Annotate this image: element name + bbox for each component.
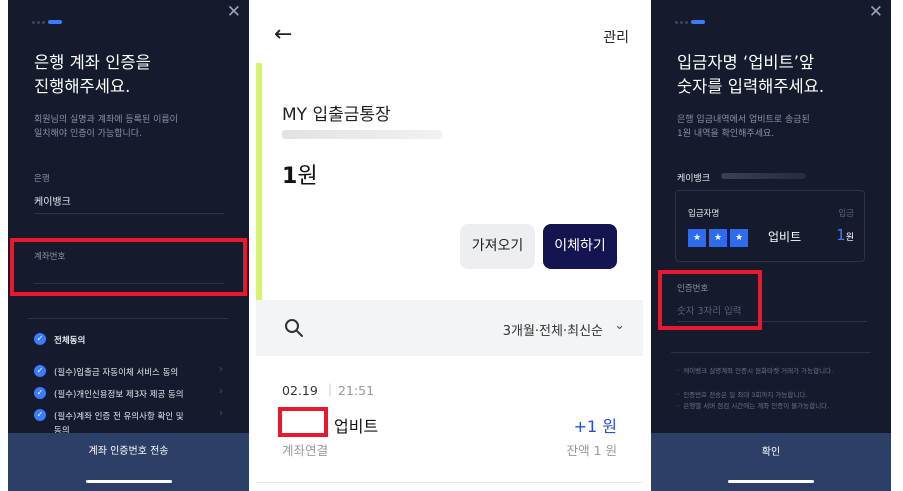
bank-app-screen: ← 관리 MY 입출금통장 1원 가져오기 이체하기 3개월·전체·최신순 ⌄ … [256, 0, 643, 491]
divider [256, 482, 643, 483]
notice-line: · 케이뱅크 실명계좌 인증시 원화마켓 거래가 가능합니다. [677, 367, 834, 375]
panel-subtitle-line1: 은행 입금내역에서 업비트로 송금된 [677, 115, 810, 125]
transfer-button[interactable]: 이체하기 [543, 224, 617, 269]
panel-title-line1: 은행 계좌 인증을 [34, 53, 151, 72]
check-circle-icon[interactable]: ✓ [34, 365, 46, 377]
chevron-right-icon[interactable]: › [219, 408, 223, 419]
code-entry-panel: ✕ 입금자명 ‘업비트’앞 숫자를 입력해주세요. 은행 입금내역에서 업비트로… [651, 0, 891, 491]
notice-line: · 인증번호 전송은 일 최대 3회까지 가능합니다. [677, 391, 808, 399]
home-indicator [728, 480, 814, 483]
transaction-date: 02.19 [282, 383, 318, 398]
agreement-item[interactable]: (필수)개인신용정보 제3자 제공 동의 [54, 388, 184, 400]
chevron-right-icon[interactable]: › [219, 386, 223, 397]
divider [28, 318, 228, 319]
check-circle-icon[interactable]: ✓ [34, 333, 46, 345]
star-icon: ★ [709, 229, 727, 247]
deposit-label: 입금 [838, 209, 854, 219]
agree-all-label[interactable]: 전체동의 [54, 334, 85, 346]
date-time-separator: | [328, 382, 333, 396]
close-icon[interactable]: ✕ [869, 2, 883, 22]
transaction-balance: 잔액 1 원 [566, 443, 617, 458]
masked-digits: ★ ★ ★ [688, 225, 751, 247]
bank-name: 케이뱅크 [677, 174, 711, 184]
chevron-down-icon[interactable]: ⌄ [614, 318, 625, 333]
agreement-item[interactable]: (필수)계좌 인증 전 유의사항 확인 및 [54, 410, 184, 422]
depositor-label: 입금자명 [688, 209, 720, 219]
redacted-highlight-box [278, 407, 328, 437]
chevron-right-icon[interactable]: › [219, 364, 223, 375]
masked-account-number [282, 130, 442, 139]
depositor-name: 업비트 [768, 230, 802, 244]
notice-line: · 은행별 서버 점검 시간에는 계좌 인증이 불가능합니다. [677, 402, 830, 410]
transaction-name[interactable]: 업비트 [334, 413, 378, 437]
confirm-button[interactable]: 확인 [651, 433, 891, 491]
filter-dropdown[interactable]: 3개월·전체·최신순 [503, 320, 603, 339]
divider [671, 352, 871, 353]
step-indicator [675, 20, 711, 24]
close-icon[interactable]: ✕ [227, 2, 241, 22]
fetch-button[interactable]: 가져오기 [460, 224, 535, 269]
agreement-item[interactable]: (필수)입출금 자동이체 서비스 동의 [54, 366, 178, 378]
step-indicator [32, 20, 68, 24]
balance-unit: 원 [297, 164, 318, 189]
bank-select[interactable]: 케이뱅크 [34, 193, 71, 208]
search-icon[interactable] [284, 318, 304, 338]
panel-title-line2: 숫자를 입력해주세요. [677, 77, 825, 96]
panel-subtitle-line1: 회원님의 실명과 계좌에 등록된 이름이 [34, 115, 178, 125]
check-circle-icon[interactable]: ✓ [34, 409, 46, 421]
bank-label: 은행 [34, 174, 50, 184]
confirm-button-label: 확인 [761, 447, 781, 458]
account-accent-bar [256, 63, 262, 300]
transaction-filter-bar: 3개월·전체·최신순 ⌄ [256, 300, 643, 356]
deposit-amount: 1원 [836, 226, 854, 244]
send-code-button-label: 계좌 인증번호 전송 [88, 446, 169, 457]
bank-underline [34, 213, 224, 214]
check-circle-icon[interactable]: ✓ [34, 387, 46, 399]
panel-title-line2: 진행해주세요. [34, 77, 131, 96]
account-name: MY 입출금통장 [282, 105, 391, 125]
manage-button[interactable]: 관리 [603, 27, 629, 47]
account-card: MY 입출금통장 1원 가져오기 이체하기 [256, 63, 643, 300]
transaction-amount: +1 원 [573, 417, 617, 436]
screenshot-composite: ✕ 은행 계좌 인증을 진행해주세요. 회원님의 실명과 계좌에 등록된 이름이… [0, 0, 903, 491]
transaction-type: 계좌연결 [282, 443, 329, 458]
panel-subtitle-line2: 일치해야 인증이 가능합니다. [34, 129, 142, 139]
balance-number: 1 [282, 164, 298, 189]
bank-verify-panel: ✕ 은행 계좌 인증을 진행해주세요. 회원님의 실명과 계좌에 등록된 이름이… [8, 0, 249, 491]
back-arrow-icon[interactable]: ← [274, 22, 292, 47]
account-balance: 1원 [282, 158, 318, 190]
account-number-field-highlight[interactable] [10, 238, 247, 296]
deposit-info-card: 입금자명 입금 ★ ★ ★ 업비트 1원 [675, 190, 865, 262]
star-icon: ★ [730, 229, 748, 247]
code-field-highlight[interactable] [658, 270, 762, 330]
home-indicator [85, 480, 172, 483]
star-icon: ★ [688, 229, 706, 247]
send-code-button[interactable]: 계좌 인증번호 전송 [8, 433, 249, 491]
panel-subtitle-line2: 1원 내역을 확인해주세요. [677, 129, 775, 139]
transaction-time: 21:51 [338, 383, 375, 398]
masked-account-number [721, 173, 806, 179]
panel-title-line1: 입금자명 ‘업비트’앞 [677, 53, 815, 72]
